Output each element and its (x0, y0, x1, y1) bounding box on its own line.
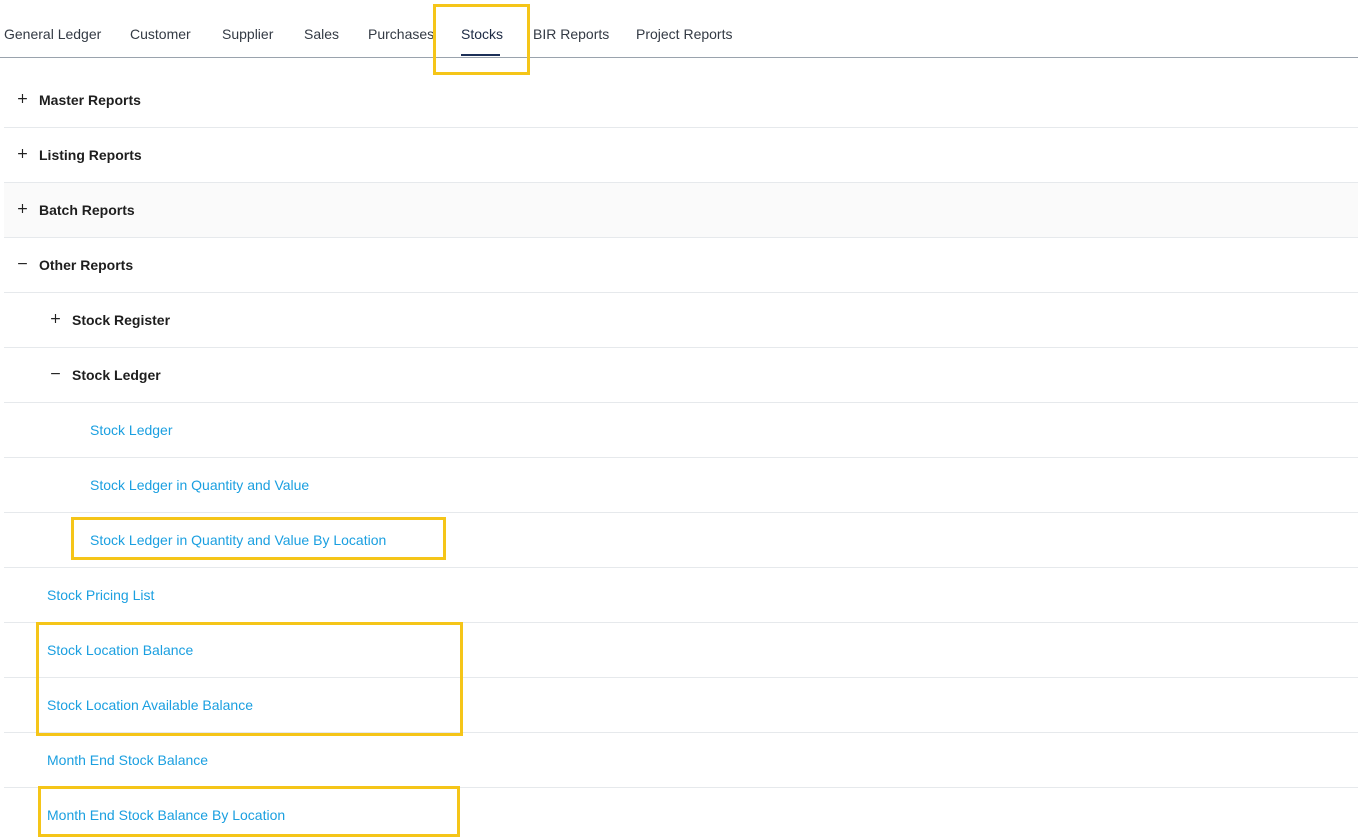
tree-item: Month End Stock Balance By Location (4, 788, 1358, 837)
report-link-stock-pricing-list[interactable]: Stock Pricing List (47, 587, 154, 603)
collapse-icon[interactable]: − (16, 257, 29, 271)
tree-group-other-reports[interactable]: − Other Reports (4, 238, 1358, 293)
tree-item: Stock Location Available Balance (4, 678, 1358, 733)
report-link-month-end-stock-balance-by-location[interactable]: Month End Stock Balance By Location (47, 807, 285, 823)
group-label-master-reports[interactable]: Master Reports (39, 92, 141, 108)
tab-customer[interactable]: Customer (130, 26, 191, 42)
expand-icon[interactable]: + (49, 312, 62, 326)
tree-item: Stock Location Balance (4, 623, 1358, 678)
tab-stocks[interactable]: Stocks (461, 26, 503, 42)
tree-group-master-reports[interactable]: + Master Reports (4, 73, 1358, 128)
tree-group-listing-reports[interactable]: + Listing Reports (4, 128, 1358, 183)
group-label-stock-ledger[interactable]: Stock Ledger (72, 367, 161, 383)
tree-group-stock-register[interactable]: + Stock Register (4, 293, 1358, 348)
tab-sales[interactable]: Sales (304, 26, 339, 42)
report-link-stock-ledger[interactable]: Stock Ledger (90, 422, 173, 438)
active-tab-indicator (461, 54, 500, 56)
tree-item: Month End Stock Balance (4, 733, 1358, 788)
tree-item: Stock Pricing List (4, 568, 1358, 623)
expand-icon[interactable]: + (16, 147, 29, 161)
tree-item: Stock Ledger in Quantity and Value By Lo… (4, 513, 1358, 568)
report-link-stock-ledger-qty-value[interactable]: Stock Ledger in Quantity and Value (90, 477, 309, 493)
tree-item: Stock Ledger in Quantity and Value (4, 458, 1358, 513)
report-tabs: General Ledger Customer Supplier Sales P… (0, 0, 1358, 58)
group-label-stock-register[interactable]: Stock Register (72, 312, 170, 328)
tab-bir-reports[interactable]: BIR Reports (533, 26, 609, 42)
tab-purchases[interactable]: Purchases (368, 26, 434, 42)
report-link-stock-location-balance[interactable]: Stock Location Balance (47, 642, 193, 658)
group-label-listing-reports[interactable]: Listing Reports (39, 147, 142, 163)
report-link-month-end-stock-balance[interactable]: Month End Stock Balance (47, 752, 208, 768)
tree-item: Stock Ledger (4, 403, 1358, 458)
report-link-stock-location-available-balance[interactable]: Stock Location Available Balance (47, 697, 253, 713)
expand-icon[interactable]: + (16, 202, 29, 216)
report-tree: + Master Reports + Listing Reports + Bat… (4, 73, 1358, 837)
tab-general-ledger[interactable]: General Ledger (4, 26, 101, 42)
group-label-other-reports[interactable]: Other Reports (39, 257, 133, 273)
expand-icon[interactable]: + (16, 92, 29, 106)
collapse-icon[interactable]: − (49, 367, 62, 381)
reports-page: General Ledger Customer Supplier Sales P… (0, 0, 1358, 837)
group-label-batch-reports[interactable]: Batch Reports (39, 202, 135, 218)
tab-supplier[interactable]: Supplier (222, 26, 273, 42)
tree-group-batch-reports[interactable]: + Batch Reports (4, 183, 1358, 238)
tree-group-stock-ledger[interactable]: − Stock Ledger (4, 348, 1358, 403)
tab-project-reports[interactable]: Project Reports (636, 26, 732, 42)
report-link-stock-ledger-qty-value-by-location[interactable]: Stock Ledger in Quantity and Value By Lo… (90, 532, 386, 548)
